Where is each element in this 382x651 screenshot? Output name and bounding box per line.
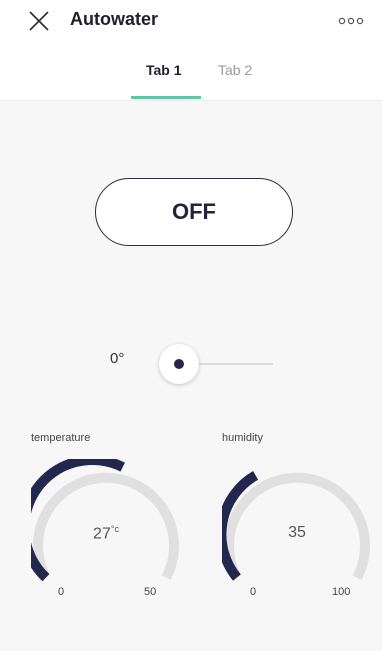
more-horizontal-icon bbox=[338, 17, 364, 25]
temperature-number: 27 bbox=[93, 525, 111, 543]
header: Autowater Tab 1 Tab 2 bbox=[0, 0, 382, 100]
slider-value-label: 0° bbox=[110, 350, 125, 367]
close-button[interactable] bbox=[28, 10, 50, 32]
dashboard-content: OFF 0° temperature 27°c 0 50 humidity 35… bbox=[0, 101, 382, 651]
more-button[interactable] bbox=[338, 14, 364, 28]
temperature-unit: °c bbox=[110, 524, 119, 534]
humidity-gauge-label: humidity bbox=[222, 432, 263, 444]
power-toggle-button[interactable]: OFF bbox=[95, 178, 293, 246]
close-icon bbox=[29, 11, 49, 31]
temperature-value: 27°c bbox=[76, 524, 136, 543]
tab-2[interactable]: Tab 2 bbox=[218, 62, 252, 90]
slider-thumb[interactable] bbox=[159, 344, 199, 384]
humidity-value: 35 bbox=[288, 524, 306, 541]
humidity-min-label: 0 bbox=[250, 586, 257, 598]
app-screen: Autowater Tab 1 Tab 2 OFF 0° temperature… bbox=[0, 0, 382, 651]
tab-bar: Tab 1 Tab 2 bbox=[0, 62, 382, 100]
active-tab-indicator bbox=[131, 96, 201, 99]
humidity-max-label: 100 bbox=[332, 586, 351, 598]
page-title: Autowater bbox=[70, 9, 159, 29]
tab-1[interactable]: Tab 1 bbox=[146, 62, 182, 90]
temperature-min-label: 0 bbox=[58, 586, 65, 598]
temperature-max-label: 50 bbox=[144, 586, 157, 598]
temperature-gauge-label: temperature bbox=[31, 432, 91, 444]
